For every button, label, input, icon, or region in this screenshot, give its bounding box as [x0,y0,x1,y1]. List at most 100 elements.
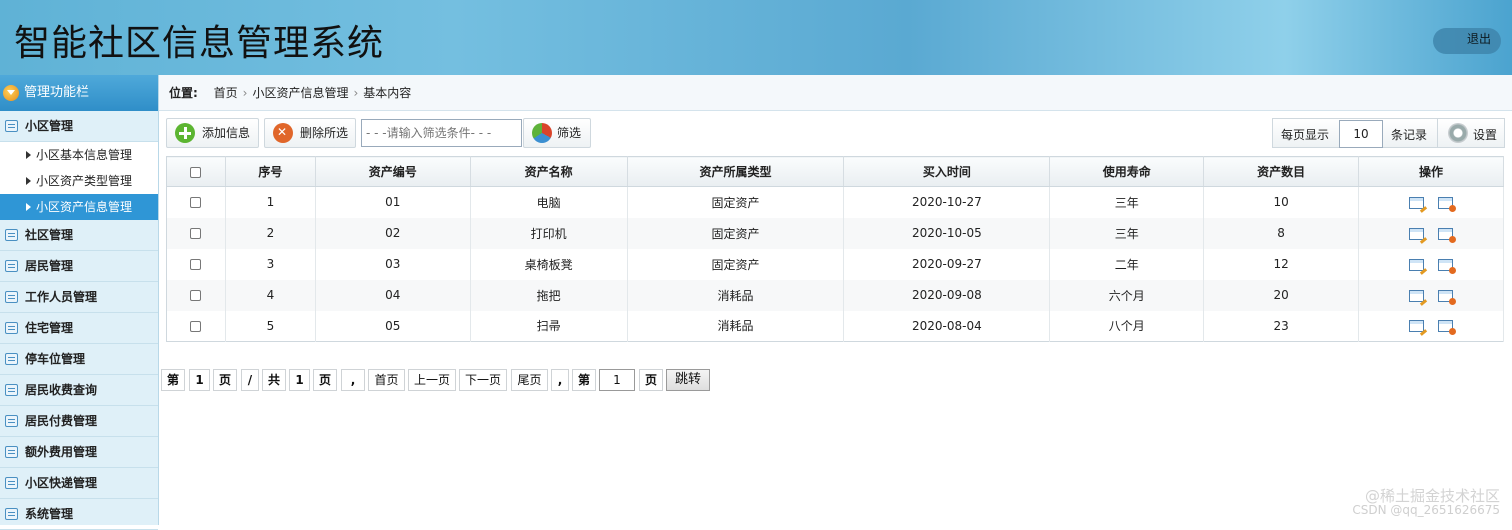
edit-icon[interactable] [1409,228,1424,240]
sidebar-header-label: 管理功能栏 [24,85,89,100]
list-icon [5,120,18,132]
column-header[interactable]: 资产名称 [470,157,627,187]
sidebar-group-residents[interactable]: 居民管理 [0,251,158,282]
breadcrumb-home[interactable]: 首页 [214,86,238,100]
app-header: 智能社区信息管理系统 退出 [0,0,1512,75]
chevron-right-icon: › [243,86,248,100]
sidebar-group-fee-query[interactable]: 居民收费查询 [0,375,158,406]
caret-right-icon [26,177,31,185]
delete-icon[interactable] [1438,290,1453,302]
pager-text: 页 [639,369,663,391]
row-checkbox[interactable] [167,187,226,218]
logout-button[interactable]: 退出 [1433,28,1501,54]
row-actions [1359,280,1504,311]
page-size-control: 每页显示 10 条记录 设置 [1272,118,1505,148]
sidebar-header[interactable]: 管理功能栏 [0,75,158,111]
pager-text: 页 [313,369,337,391]
edit-icon[interactable] [1409,259,1424,271]
sidebar: 管理功能栏 小区管理 小区基本信息管理 小区资产类型管理 小区资产信息管理 社区… [0,75,159,525]
watermark: @稀土掘金技术社区 CSDN @qq_2651626675 [1352,489,1500,517]
sidebar-group-neighborhood[interactable]: 社区管理 [0,220,158,251]
edit-icon[interactable] [1409,197,1424,209]
column-header[interactable]: 使用寿命 [1050,157,1204,187]
calendar-icon [5,477,18,489]
pager-current-page: 1 [189,369,210,391]
gear-icon[interactable] [1448,123,1468,143]
caret-right-icon [26,151,31,159]
delete-selected-button[interactable]: 删除所选 [264,118,356,148]
pager-text: 第 [161,369,185,391]
column-header: 操作 [1359,157,1504,187]
collapse-arrow-icon [3,85,19,101]
sidebar-group-extra-fees[interactable]: 额外费用管理 [0,437,158,468]
delete-icon[interactable] [1438,259,1453,271]
row-checkbox[interactable] [167,280,226,311]
sidebar-group-system[interactable]: 系统管理 [0,499,158,530]
asset-table: 序号 资产编号 资产名称 资产所属类型 买入时间 使用寿命 资产数目 操作 1 … [166,156,1504,342]
next-page-button[interactable]: 下一页 [459,369,507,391]
app-title: 智能社区信息管理系统 [14,14,384,66]
sidebar-group-payment[interactable]: 居民付费管理 [0,406,158,437]
pager-total-pages: 1 [289,369,310,391]
calendar-icon [5,322,18,334]
breadcrumb-current: 基本内容 [363,86,411,100]
divider [1437,119,1438,147]
plus-icon [175,123,195,143]
breadcrumb-section[interactable]: 小区资产信息管理 [252,86,348,100]
goto-page-input[interactable]: 1 [599,369,635,391]
sidebar-group-housing[interactable]: 住宅管理 [0,313,158,344]
prev-page-button[interactable]: 上一页 [408,369,456,391]
select-all-checkbox[interactable] [167,157,226,187]
table-row: 1 01 电脑 固定资产 2020-10-27 三年 10 [167,187,1504,218]
column-header[interactable]: 资产编号 [315,157,470,187]
pager-text: , [341,369,365,391]
breadcrumb: 位置: 首页›小区资产信息管理›基本内容 [159,75,1512,111]
column-header[interactable]: 买入时间 [844,157,1050,187]
sidebar-group-community-mgmt[interactable]: 小区管理 [0,111,158,142]
pager-text: 第 [572,369,596,391]
breadcrumb-prefix: 位置: [169,86,198,100]
row-checkbox[interactable] [167,249,226,280]
calendar-icon [5,353,18,365]
edit-icon[interactable] [1409,320,1424,332]
table-row: 4 04 拖把 消耗品 2020-09-08 六个月 20 [167,280,1504,311]
delete-icon[interactable] [1438,228,1453,240]
filter-input[interactable] [361,119,522,147]
sidebar-group-delivery[interactable]: 小区快递管理 [0,468,158,499]
edit-icon[interactable] [1409,290,1424,302]
column-header[interactable]: 资产所属类型 [627,157,844,187]
edit-icon [5,260,18,272]
table-row: 5 05 扫帚 消耗品 2020-08-04 八个月 23 [167,311,1504,342]
filter-button[interactable]: 筛选 [523,118,591,148]
calendar-icon [5,446,18,458]
page-size-prefix: 每页显示 [1281,126,1329,143]
pager-text: 共 [262,369,286,391]
calendar-icon [5,508,18,520]
column-header[interactable]: 资产数目 [1204,157,1359,187]
row-checkbox[interactable] [167,218,226,249]
sidebar-item-asset-type[interactable]: 小区资产类型管理 [0,168,158,194]
sidebar-group-parking[interactable]: 停车位管理 [0,344,158,375]
page-size-input[interactable]: 10 [1339,120,1383,148]
add-button[interactable]: 添加信息 [166,118,259,148]
jump-button[interactable]: 跳转 [666,369,710,391]
settings-button[interactable]: 设置 [1473,126,1497,143]
calendar-icon [5,415,18,427]
row-actions [1359,311,1504,342]
delete-icon[interactable] [1438,320,1453,332]
row-actions [1359,249,1504,280]
delete-icon[interactable] [1438,197,1453,209]
first-page-button[interactable]: 首页 [368,369,405,391]
last-page-button[interactable]: 尾页 [511,369,548,391]
table-header-row: 序号 资产编号 资产名称 资产所属类型 买入时间 使用寿命 资产数目 操作 [167,157,1504,187]
row-actions [1359,218,1504,249]
sidebar-item-basic-info[interactable]: 小区基本信息管理 [0,142,158,168]
sidebar-group-staff[interactable]: 工作人员管理 [0,282,158,313]
calendar-icon [5,384,18,396]
calendar-icon [5,291,18,303]
table-row: 3 03 桌椅板凳 固定资产 2020-09-27 二年 12 [167,249,1504,280]
pie-chart-icon [532,123,552,143]
sidebar-item-asset-info[interactable]: 小区资产信息管理 [0,194,158,220]
column-header[interactable]: 序号 [225,157,315,187]
row-checkbox[interactable] [167,311,226,342]
